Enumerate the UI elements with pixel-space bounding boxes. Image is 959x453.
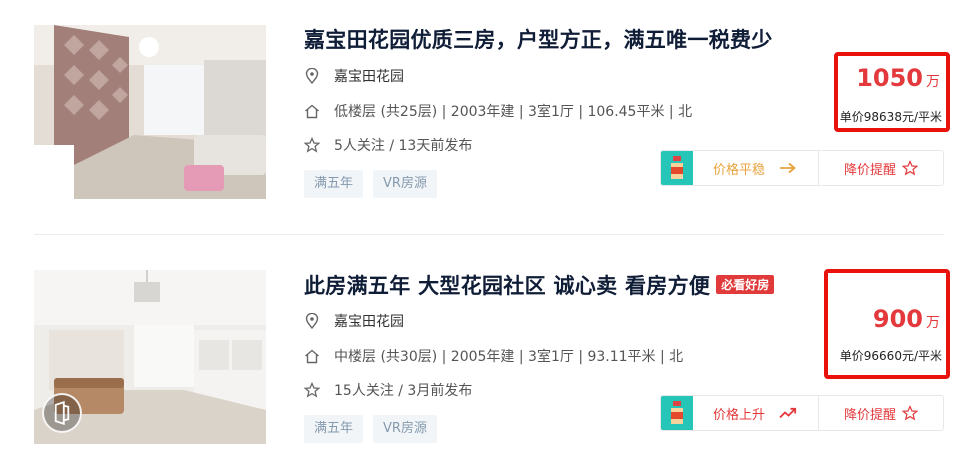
house-icon	[304, 348, 320, 364]
star-outline-icon	[902, 405, 918, 421]
follow-row: 5人关注 / 13天前发布	[304, 135, 472, 155]
tag-five-years: 满五年	[304, 170, 364, 198]
follow-info-text: 15人关注 / 3月前发布	[334, 383, 473, 399]
listing-title-text[interactable]: 此房满五年 大型花园社区 诚心卖 看房方便	[304, 274, 710, 298]
price-actions: 价格平稳 降价提醒	[660, 150, 944, 186]
community-row: 嘉宝田花园	[304, 66, 404, 86]
follow-row: 15人关注 / 3月前发布	[304, 380, 472, 400]
location-pin-icon	[304, 313, 320, 329]
listing-title[interactable]: 嘉宝田花园优质三房，户型方正，满五唯一税费少	[304, 24, 773, 54]
listing-title-text[interactable]: 嘉宝田花园优质三房，户型方正，满五唯一税费少	[304, 28, 773, 52]
total-price-unit: 万	[926, 315, 940, 331]
star-outline-icon	[304, 382, 320, 398]
price-trend-label: 价格上升	[713, 407, 766, 423]
community-link[interactable]: 嘉宝田花园	[334, 66, 404, 86]
total-price: 900 万	[873, 305, 940, 333]
tag-vr: VR房源	[373, 170, 437, 198]
price-trend-button[interactable]: 价格上升	[661, 396, 819, 430]
tag-vr: VR房源	[373, 415, 437, 443]
trend-badge-icon	[661, 396, 693, 430]
tag-five-years: 满五年	[304, 415, 364, 443]
unit-price: 单价98638元/平米	[839, 110, 942, 124]
community-link[interactable]: 嘉宝田花园	[334, 311, 404, 331]
community-row: 嘉宝田花园	[304, 311, 404, 331]
arrow-right-icon	[779, 162, 797, 174]
house-icon	[304, 103, 320, 119]
star-outline-icon	[304, 137, 320, 153]
house-info-row: 低楼层 (共25层) | 2003年建 | 3室1厅 | 106.45平米 | …	[304, 101, 692, 121]
house-listing[interactable]: 此房满五年 大型花园社区 诚心卖 看房方便 必看好房 嘉宝田花园 中楼层 (共30…	[0, 245, 959, 445]
must-see-badge: 必看好房	[716, 275, 775, 294]
price-box: 1050 万 单价98638元/平米	[834, 52, 950, 132]
tag-list: 满五年 VR房源	[304, 170, 437, 198]
house-listing[interactable]: 嘉宝田花园优质三房，户型方正，满五唯一税费少 嘉宝田花园 低楼层 (共25层) …	[0, 0, 959, 200]
price-box: 900 万 单价96660元/平米	[824, 269, 950, 379]
vr-icon[interactable]	[42, 150, 82, 190]
unit-price: 单价96660元/平米	[839, 349, 942, 363]
house-info-row: 中楼层 (共30层) | 2005年建 | 3室1厅 | 93.11平米 | 北	[304, 346, 683, 366]
price-drop-alert-label: 降价提醒	[843, 407, 896, 423]
location-pin-icon	[304, 68, 320, 84]
star-outline-icon	[902, 160, 918, 176]
total-price-unit: 万	[926, 74, 940, 90]
price-drop-alert-button[interactable]: 降价提醒	[819, 151, 943, 185]
price-drop-alert-label: 降价提醒	[843, 162, 896, 178]
trend-badge-icon	[661, 151, 693, 185]
house-info-text: 低楼层 (共25层) | 2003年建 | 3室1厅 | 106.45平米 | …	[334, 104, 693, 120]
price-actions: 价格上升 降价提醒	[660, 395, 944, 431]
tag-list: 满五年 VR房源	[304, 415, 437, 443]
listing-divider	[34, 234, 944, 235]
price-trend-label: 价格平稳	[713, 162, 766, 178]
house-info-text: 中楼层 (共30层) | 2005年建 | 3室1厅 | 93.11平米 | 北	[334, 349, 684, 365]
total-price-value: 900	[872, 305, 923, 333]
price-trend-button[interactable]: 价格平稳	[661, 151, 819, 185]
trend-up-icon	[779, 407, 797, 419]
total-price-value: 1050	[856, 64, 923, 92]
listing-title[interactable]: 此房满五年 大型花园社区 诚心卖 看房方便 必看好房	[304, 270, 775, 300]
price-drop-alert-button[interactable]: 降价提醒	[819, 396, 943, 430]
total-price: 1050 万	[856, 64, 940, 92]
vr-icon[interactable]	[42, 393, 82, 433]
follow-info-text: 5人关注 / 13天前发布	[334, 138, 473, 154]
